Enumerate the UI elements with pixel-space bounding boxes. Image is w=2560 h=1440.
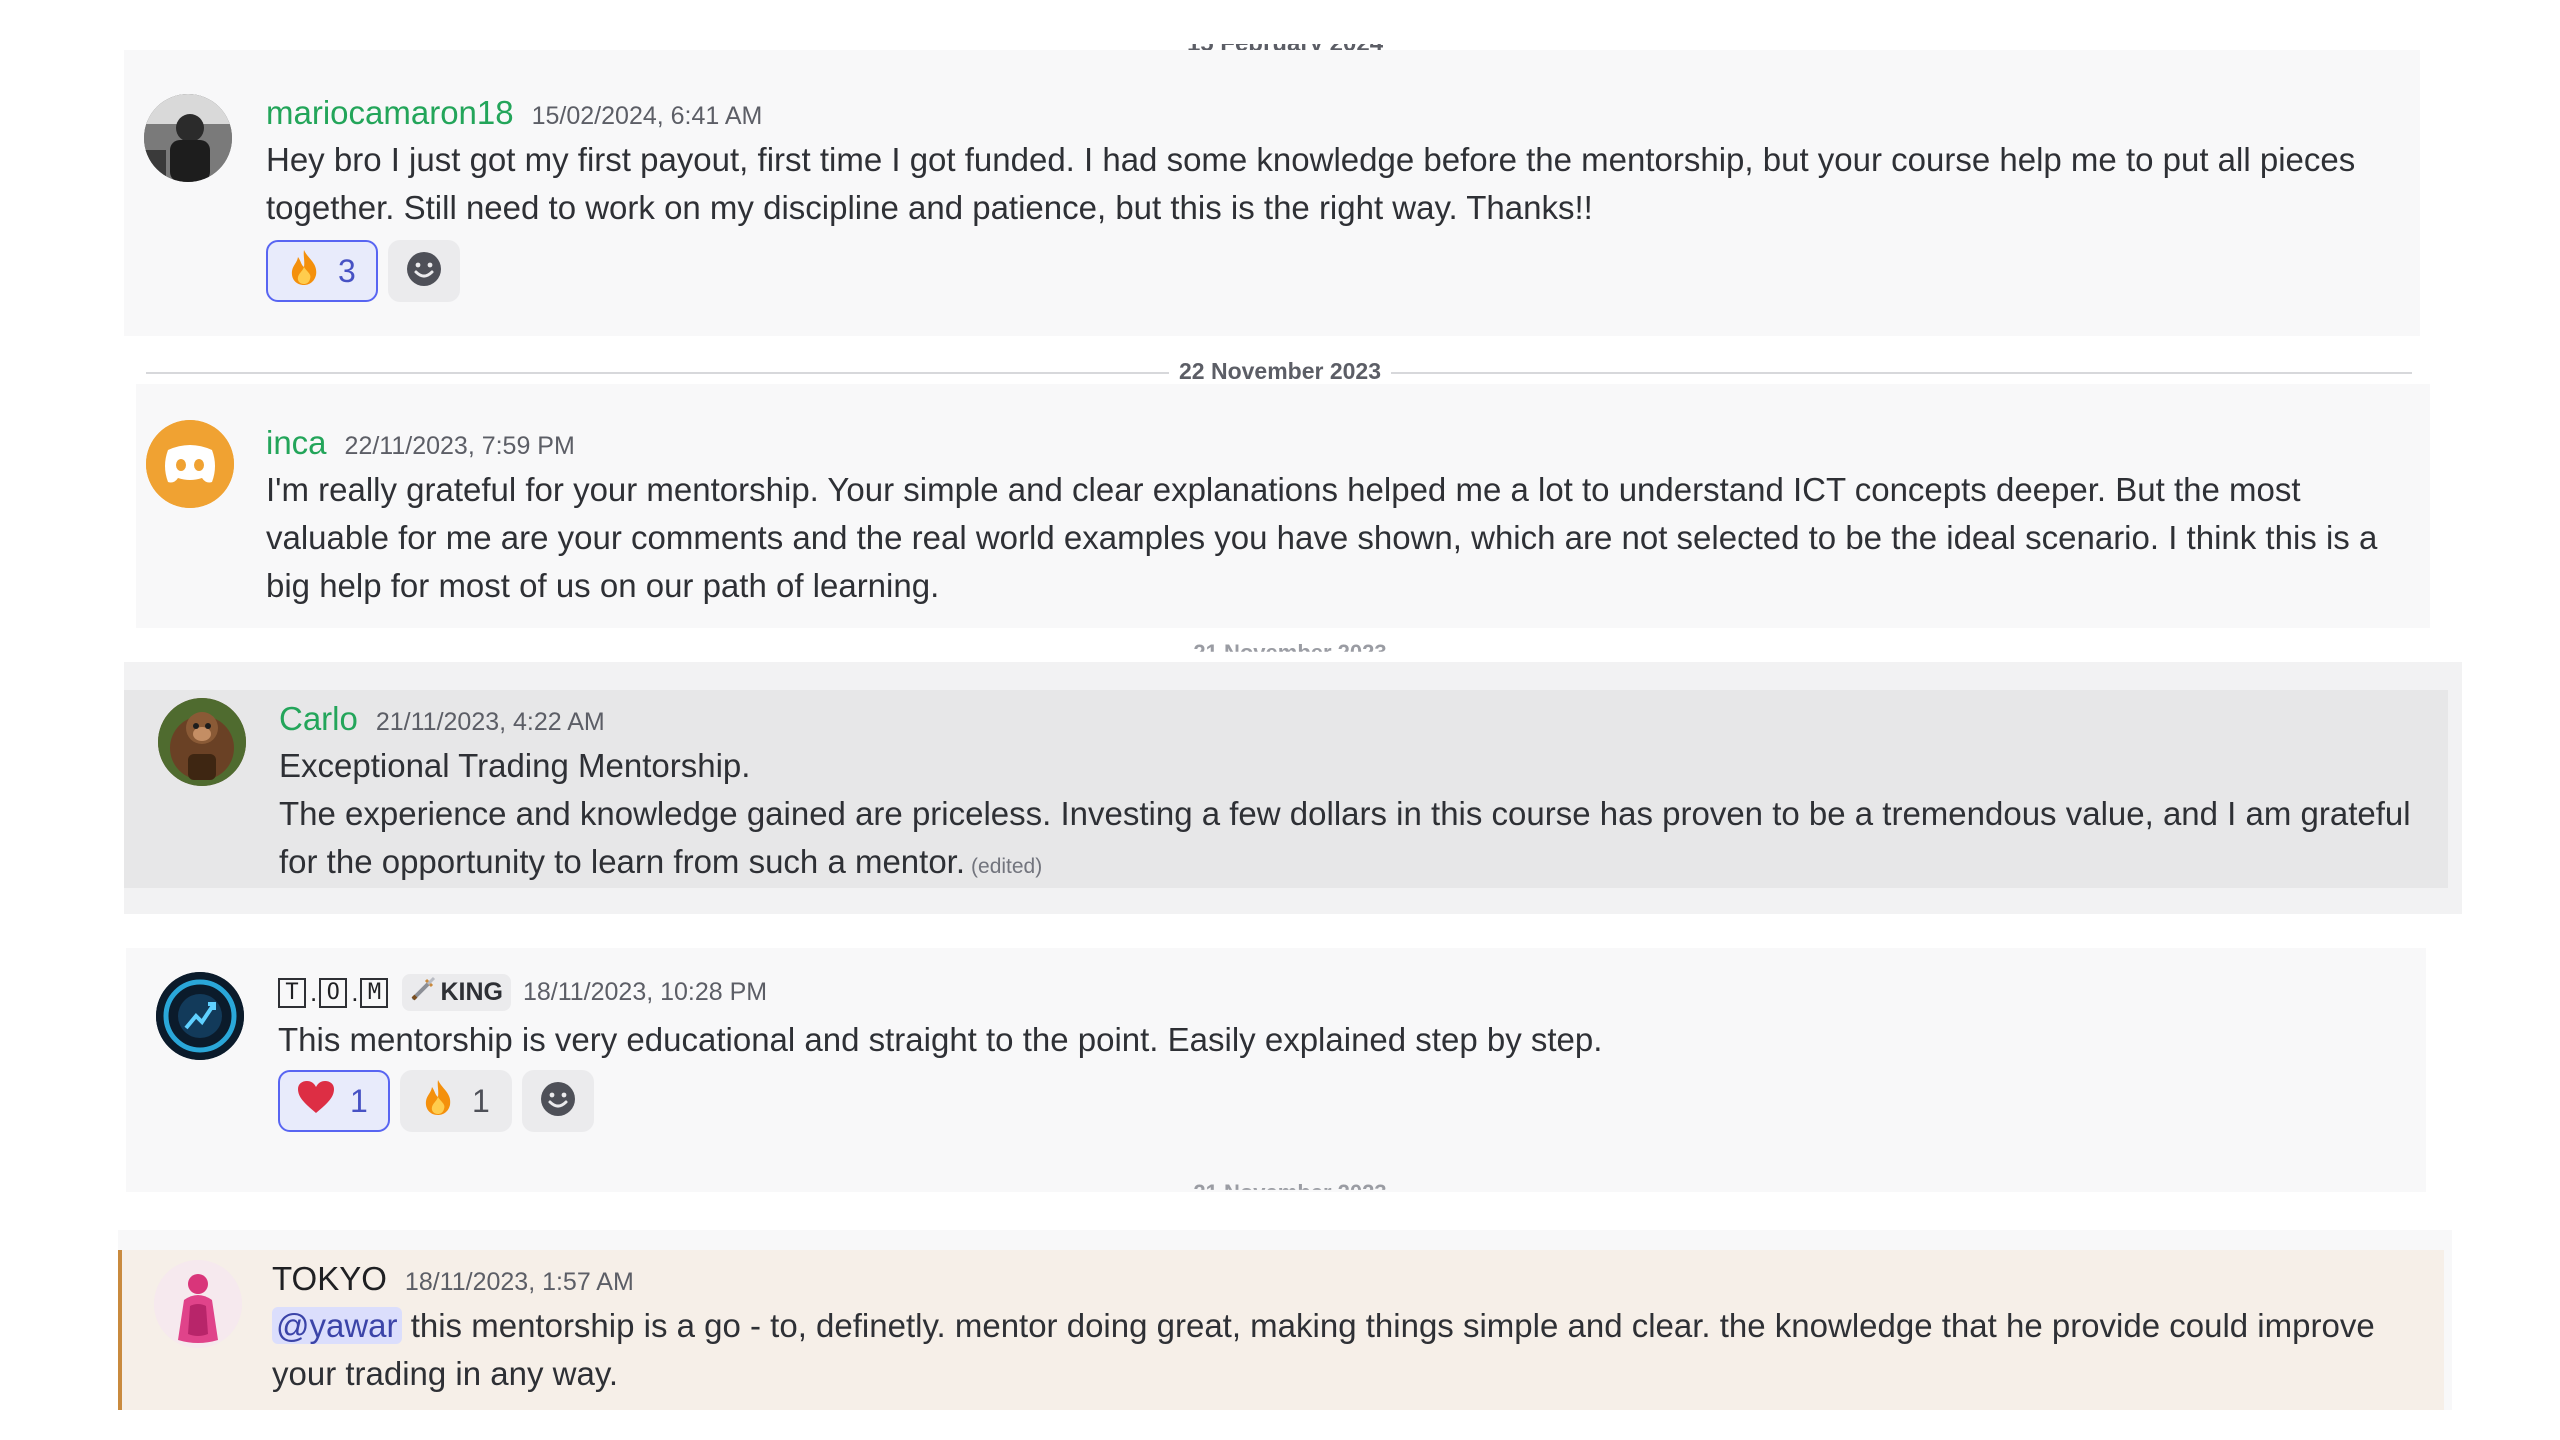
timestamp: 21/11/2023, 4:22 AM bbox=[375, 708, 605, 736]
avatar[interactable] bbox=[146, 420, 234, 508]
avatar[interactable] bbox=[158, 698, 246, 786]
edited-label: (edited) bbox=[971, 855, 1043, 878]
message-card: mariocamaron18 15/02/2024, 6:41 AM Hey b… bbox=[124, 50, 2420, 336]
username-letter: M bbox=[360, 977, 389, 1008]
reaction-count: 3 bbox=[338, 252, 356, 289]
message-card: T . O . M KING 18/11/2023, 10:28 PM This… bbox=[126, 948, 2426, 1192]
add-reaction-button[interactable] bbox=[388, 240, 460, 302]
message-card-outer: TOKYO 18/11/2023, 1:57 AM @yawar this me… bbox=[118, 1230, 2452, 1410]
username-letter: O bbox=[319, 977, 348, 1008]
message-line: Hey bro I just got my first payout, firs… bbox=[266, 141, 2356, 178]
reaction-heart[interactable]: 1 bbox=[278, 1070, 390, 1132]
message-card: inca 22/11/2023, 7:59 PM I'm really grat… bbox=[136, 384, 2430, 628]
smiley-icon bbox=[539, 1080, 577, 1123]
avatar[interactable] bbox=[154, 1260, 242, 1348]
message-line: valuable for me are your comments and th… bbox=[266, 519, 2378, 556]
username-separator: . bbox=[351, 977, 359, 1007]
reaction-fire[interactable]: 1 bbox=[400, 1070, 512, 1132]
message-card: Carlo 21/11/2023, 4:22 AM Exceptional Tr… bbox=[124, 690, 2448, 888]
message-card: TOKYO 18/11/2023, 1:57 AM @yawar this me… bbox=[118, 1250, 2444, 1410]
reaction-fire[interactable]: 3 bbox=[266, 240, 378, 302]
reaction-count: 1 bbox=[472, 1082, 490, 1119]
timestamp: 18/11/2023, 10:28 PM bbox=[522, 978, 768, 1006]
date-divider-label: 21 November 2023 bbox=[1193, 1180, 1387, 1205]
message-line: Exceptional Trading Mentorship. bbox=[279, 747, 751, 784]
message-line: for the opportunity to learn from such a… bbox=[279, 843, 966, 880]
timestamp: 18/11/2023, 1:57 AM bbox=[404, 1268, 634, 1296]
avatar[interactable] bbox=[144, 94, 232, 182]
user-mention[interactable]: @yawar bbox=[272, 1307, 402, 1344]
fire-icon bbox=[284, 247, 324, 295]
reaction-count: 1 bbox=[350, 1082, 368, 1119]
message-line: together. Still need to work on my disci… bbox=[266, 189, 1593, 226]
smiley-icon bbox=[405, 250, 443, 293]
message-line: I'm really grateful for your mentorship.… bbox=[266, 471, 2301, 508]
fire-icon bbox=[418, 1077, 458, 1125]
message-line: This mentorship is very educational and … bbox=[278, 1021, 1603, 1058]
timestamp: 15/02/2024, 6:41 AM bbox=[531, 102, 763, 130]
heart-icon bbox=[296, 1079, 336, 1123]
username[interactable]: Carlo bbox=[279, 700, 358, 738]
username[interactable]: inca bbox=[266, 424, 327, 462]
message-card-outer: Carlo 21/11/2023, 4:22 AM Exceptional Tr… bbox=[124, 662, 2462, 914]
username-letter: T bbox=[278, 977, 306, 1008]
timestamp: 22/11/2023, 7:59 PM bbox=[344, 432, 575, 460]
avatar[interactable] bbox=[156, 972, 244, 1060]
username[interactable]: mariocamaron18 bbox=[266, 94, 514, 132]
add-reaction-button[interactable] bbox=[522, 1070, 594, 1132]
role-tag[interactable]: KING bbox=[402, 974, 511, 1011]
message-line: your trading in any way. bbox=[272, 1355, 619, 1392]
message-line: The experience and knowledge gained are … bbox=[279, 795, 2411, 832]
message-line: big help for most of us on our path of l… bbox=[266, 567, 940, 604]
message-line: this mentorship is a go - to, definetly.… bbox=[401, 1307, 2375, 1344]
sword-icon bbox=[410, 976, 436, 1009]
username-separator: . bbox=[310, 977, 318, 1007]
role-tag-label: KING bbox=[440, 978, 503, 1006]
username[interactable]: T . O . M bbox=[278, 977, 390, 1008]
date-divider-label: 22 November 2023 bbox=[1168, 358, 1392, 385]
username[interactable]: TOKYO bbox=[272, 1260, 387, 1298]
